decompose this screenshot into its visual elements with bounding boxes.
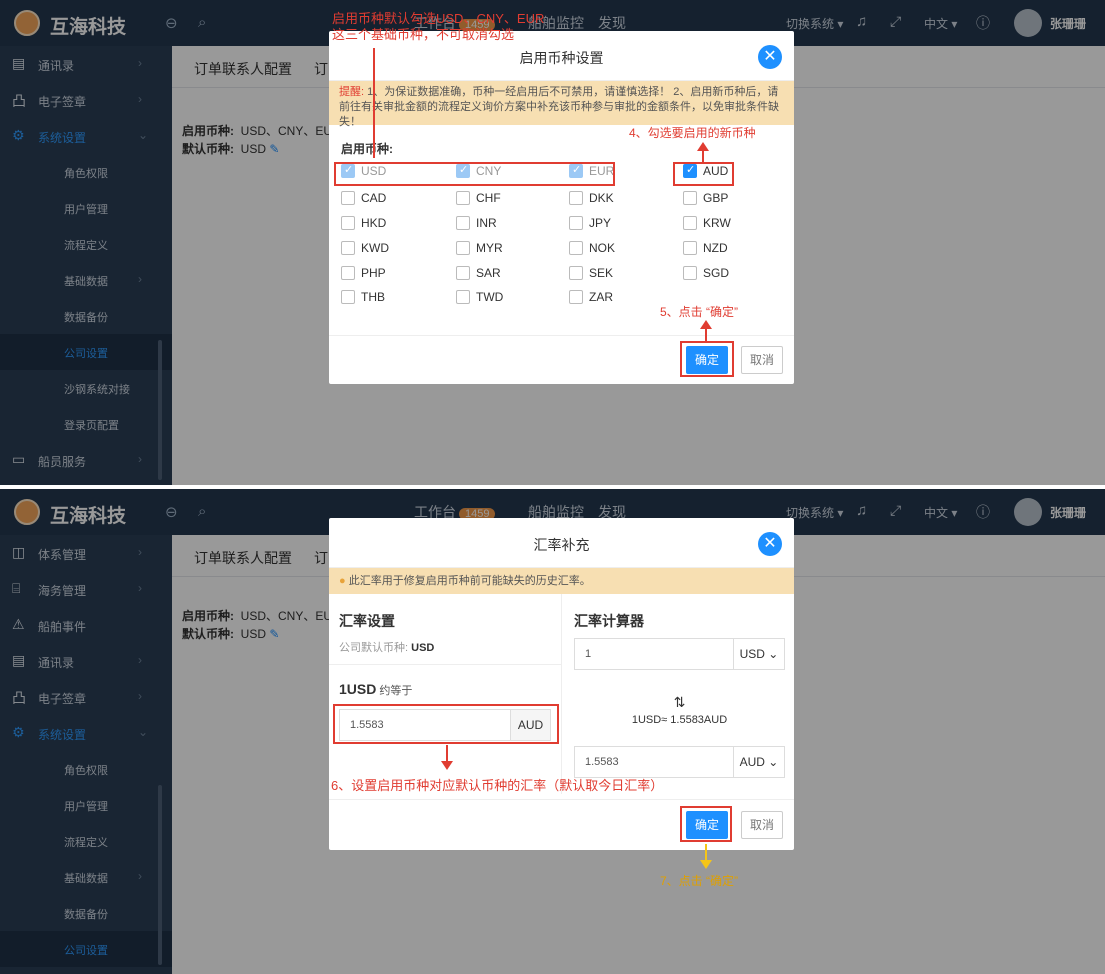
currency-code: PHP (361, 266, 386, 280)
annotation-step-7: 7、点击 “确定” (660, 874, 739, 888)
currency-code: SAR (476, 266, 501, 280)
close-icon[interactable]: ✕ (758, 45, 782, 69)
checkbox-icon[interactable] (683, 266, 697, 280)
settings-divider (329, 664, 561, 665)
currency-code: HKD (361, 216, 387, 230)
checkbox-icon[interactable] (341, 241, 355, 255)
currency-code: INR (476, 216, 497, 230)
calc-currency-from[interactable]: USD ⌄ (733, 638, 785, 670)
currency-code: GBP (703, 191, 729, 205)
annotation-step-5: 5、点击 “确定” (660, 305, 739, 319)
annotation-arrow-7 (700, 860, 712, 869)
currency-code: JPY (589, 216, 612, 230)
calc-input-from[interactable]: 1 (574, 638, 734, 670)
annotation-line-1 (373, 48, 375, 158)
checkbox-icon[interactable] (456, 216, 470, 230)
checkbox-icon[interactable] (569, 241, 583, 255)
annotation-box-aud (673, 162, 734, 186)
checkbox-icon[interactable] (683, 241, 697, 255)
calc-input-to[interactable]: 1.5583 (574, 746, 734, 778)
currency-code: THB (361, 290, 385, 304)
currency-code: TWD (476, 290, 504, 304)
annotation-line-4 (702, 150, 704, 162)
swap-icon[interactable]: ⇅ (574, 694, 785, 711)
checkbox-icon[interactable] (569, 191, 583, 205)
annotation-box-base-currencies (334, 162, 615, 186)
rate-settings-title: 汇率设置 (339, 613, 395, 629)
currency-code: KWD (361, 241, 389, 255)
currency-code: KRW (703, 216, 731, 230)
column-divider (561, 594, 562, 794)
checkbox-icon[interactable] (341, 216, 355, 230)
calc-currency-to[interactable]: AUD ⌄ (733, 746, 785, 778)
checkbox-icon[interactable] (569, 216, 583, 230)
currency-code: NOK (589, 241, 616, 255)
checkbox-icon[interactable] (569, 266, 583, 280)
checkbox-icon[interactable] (456, 290, 470, 304)
annotation-step-6: 6、设置启用币种对应默认币种的汇率（默认取今日汇率） (331, 778, 664, 793)
checkbox-icon[interactable] (341, 191, 355, 205)
currency-code: SGD (703, 266, 730, 280)
checkbox-icon[interactable] (683, 191, 697, 205)
cancel-button[interactable]: 取消 (741, 811, 783, 839)
annotation-box-rate (333, 704, 559, 744)
annotation-default-currencies: 启用币种默认勾选USD、CNY、EUR 这三个基础币种，不可取消勾选 (332, 11, 545, 42)
currency-code: NZD (703, 241, 728, 255)
warning-banner: 提醒: 1、为保证数据准确，币种一经启用后不可禁用，请谨慎选择！ 2、启用新币种… (329, 81, 794, 128)
checkbox-icon[interactable] (683, 216, 697, 230)
calculator-title: 汇率计算器 (574, 613, 644, 629)
close-icon[interactable]: ✕ (758, 532, 782, 556)
annotation-box-confirm-2 (680, 806, 732, 842)
checkbox-icon[interactable] (456, 241, 470, 255)
checkbox-icon[interactable] (341, 290, 355, 304)
calc-result: 1USD≈ 1.5583AUD (631, 714, 728, 726)
currency-code: ZAR (589, 290, 613, 304)
currency-code: DKK (589, 191, 614, 205)
modal-footer-divider (329, 335, 794, 336)
currency-code: SEK (589, 266, 614, 280)
currency-code: CHF (476, 191, 501, 205)
modal-title: 启用币种设置 (519, 50, 604, 66)
currency-code: CAD (361, 191, 387, 205)
info-icon: ● (339, 575, 346, 587)
annotation-arrow-6 (441, 761, 453, 770)
cancel-button[interactable]: 取消 (741, 346, 783, 374)
modal-header: 汇率补充 ✕ (329, 518, 794, 568)
exchange-rate-modal: 汇率补充 ✕ ● 此汇率用于修复启用币种前可能缺失的历史汇率。 汇率设置 公司默… (329, 518, 794, 850)
annotation-box-confirm-1 (680, 341, 734, 377)
annotation-line-5 (705, 328, 707, 342)
screenshot-panel-2: 互海科技 ⊖ ⌕ 工作台 1459 船舶监控 发现 切换系统 ▾ ♫ ⤢ 中文 ▾… (0, 489, 1105, 974)
modal-title: 汇率补充 (533, 537, 590, 553)
notice-banner: ● 此汇率用于修复启用币种前可能缺失的历史汇率。 (329, 568, 794, 594)
screenshot-panel-1: 互海科技 ⊖ ⌕ 工作台 1459 船舶监控 发现 切换系统 ▾ ♫ ⤢ 中文 ▾… (0, 0, 1105, 485)
checkbox-icon[interactable] (341, 266, 355, 280)
checkbox-icon[interactable] (456, 266, 470, 280)
annotation-step-4: 4、勾选要启用的新币种 (629, 126, 756, 140)
modal-footer-divider (329, 799, 794, 800)
currency-settings-modal: 启用币种设置 ✕ 提醒: 1、为保证数据准确，币种一经启用后不可禁用，请谨慎选择… (329, 31, 794, 384)
enabled-currency-label: 启用币种: (341, 142, 393, 156)
default-currency-label: 公司默认币种: USD (339, 642, 435, 654)
checkbox-icon[interactable] (569, 290, 583, 304)
approx-line: 1USD 约等于 (339, 681, 413, 697)
checkbox-icon[interactable] (456, 191, 470, 205)
currency-code: MYR (476, 241, 503, 255)
